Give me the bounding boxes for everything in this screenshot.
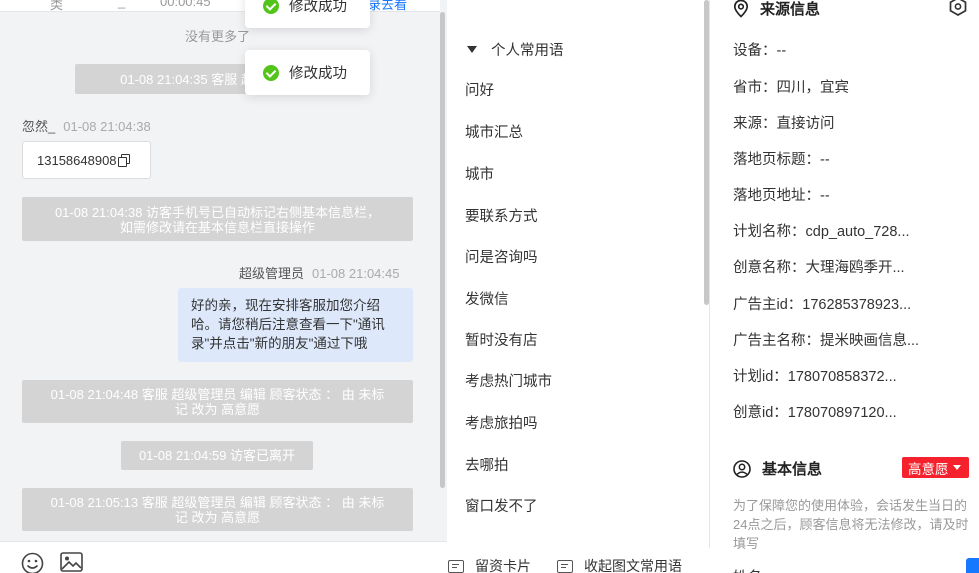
intent-status-dropdown[interactable]: 高意愿 (902, 457, 969, 478)
system-message: 01-08 21:05:13 客服 超级管理员 编辑 顾客状态 ： 由 未标 记… (22, 488, 413, 531)
source-info-header: 来源信息 (733, 0, 820, 19)
info-creative-name: 创意名称：大理海鸥季开... (733, 260, 905, 276)
customer-phone-bubble: 13158648908 (22, 141, 151, 179)
phrase-item[interactable]: 去哪拍 (465, 454, 509, 475)
info-creative-id: 创意id：178070897120... (733, 405, 897, 421)
basic-info-title: 基本信息 (762, 461, 823, 478)
copy-icon[interactable] (117, 153, 130, 167)
phrase-group-header[interactable]: 个人常用语 (467, 39, 564, 60)
top-bar-label: 类 (50, 0, 64, 12)
info-plan-id: 计划id：178070858372... (733, 369, 897, 385)
chat-scrollbar[interactable] (440, 12, 445, 488)
image-icon[interactable] (60, 552, 83, 572)
agent-meta: 超级管理员 01-08 21:04:45 (239, 263, 399, 282)
chat-panel: 类 _ 00:00:45 录去看 没有更多了 01-08 21:04:35 客服… (0, 0, 447, 573)
top-bar-sep: _ (118, 0, 126, 9)
user-icon (733, 459, 751, 478)
agent-message-bubble: 好的亲，现在安排客服加您介绍 哈。请您稍后注意查看一下"通讯 录"并点击"新的朋… (178, 288, 413, 362)
info-device: 设备：-- (733, 43, 787, 59)
info-advertiser-name: 广告主名称：提米映画信息... (733, 333, 920, 349)
system-message: 01-08 21:04:48 客服 超级管理员 编辑 顾客状态 ： 由 未标 记… (22, 380, 413, 423)
success-toast: 修改成功 (245, 0, 370, 28)
message-time: 01-08 21:04:45 (312, 266, 400, 281)
message-time: 01-08 21:04:38 (63, 119, 151, 134)
info-advertiser-id: 广告主id：176285378923... (733, 297, 912, 313)
info-landing-title: 落地页标题：-- (733, 152, 830, 168)
system-message: 01-08 21:04:38 访客手机号已自动标记右侧基本信息栏， 如需修改请在… (22, 197, 413, 241)
success-toast: 修改成功 (245, 50, 370, 95)
phone-number: 13158648908 (37, 152, 117, 168)
common-phrases-panel: 个人常用语 问好 城市汇总 城市 要联系方式 问是咨询吗 发微信 暂时没有店 考… (447, 0, 710, 573)
info-province-city: 省市：四川，宜宾 (733, 80, 849, 96)
info-landing-url: 落地页地址：-- (733, 188, 830, 204)
phrase-item[interactable]: 发微信 (465, 288, 509, 309)
card-icon (448, 559, 464, 573)
chat-top-bar: 类 _ 00:00:45 录去看 (0, 0, 440, 12)
customer-meta: 忽然_ 01-08 21:04:38 (22, 116, 151, 135)
phrases-scrollbar[interactable] (704, 0, 709, 305)
success-icon (263, 0, 279, 14)
phrase-group-title: 个人常用语 (491, 43, 564, 59)
visitor-info-panel: 来源信息 设备：-- 省市：四川，宜宾 来源：直接访问 落地页标题：-- 落地页… (711, 0, 979, 573)
customer-name: 忽然_ (22, 119, 56, 134)
card-icon (557, 559, 573, 573)
phrase-item[interactable]: 考虑热门城市 (465, 370, 552, 391)
agent-name: 超级管理员 (239, 266, 305, 281)
info-source: 来源：直接访问 (733, 116, 835, 132)
emoji-icon[interactable] (21, 552, 44, 573)
basic-info-header: 基本信息 (733, 458, 822, 479)
phrase-item[interactable]: 城市汇总 (465, 121, 523, 142)
top-bar-time: 00:00:45 (160, 0, 211, 9)
phrase-item[interactable]: 考虑旅拍吗 (465, 412, 538, 433)
edit-notice: 为了保障您的使用体验，会话发生当日的24点之后，顾客信息将无法修改，请及时填写 (733, 498, 969, 551)
no-more-hint: 没有更多了 (184, 29, 250, 44)
phrase-item[interactable]: 窗口发不了 (465, 495, 538, 516)
phrase-item[interactable]: 城市 (465, 163, 494, 184)
settings-icon[interactable] (948, 0, 968, 16)
source-info-title: 来源信息 (760, 1, 821, 18)
info-plan-name: 计划名称：cdp_auto_728... (733, 224, 910, 240)
chat-workbench: 类 _ 00:00:45 录去看 没有更多了 01-08 21:04:35 客服… (0, 0, 979, 573)
phrase-item[interactable]: 暂时没有店 (465, 329, 538, 350)
chat-toolbar (0, 541, 447, 573)
phrase-item[interactable]: 问是咨询吗 (465, 246, 538, 267)
field-label-name: 姓名 (733, 566, 762, 573)
floating-action-button[interactable] (966, 558, 979, 573)
caret-down-icon (467, 46, 477, 53)
phrase-item[interactable]: 要联系方式 (465, 205, 538, 226)
system-message: 01-08 21:04:59 访客已离开 (121, 441, 313, 470)
phrase-item[interactable]: 问好 (465, 79, 494, 100)
lead-card-button[interactable]: 留资卡片 (448, 556, 531, 573)
collapse-phrases-button[interactable]: 收起图文常用语 (557, 556, 682, 573)
top-bar-link[interactable]: 录去看 (368, 0, 407, 13)
location-icon (733, 0, 749, 18)
dropdown-caret-icon (952, 465, 961, 470)
success-icon (263, 64, 279, 81)
